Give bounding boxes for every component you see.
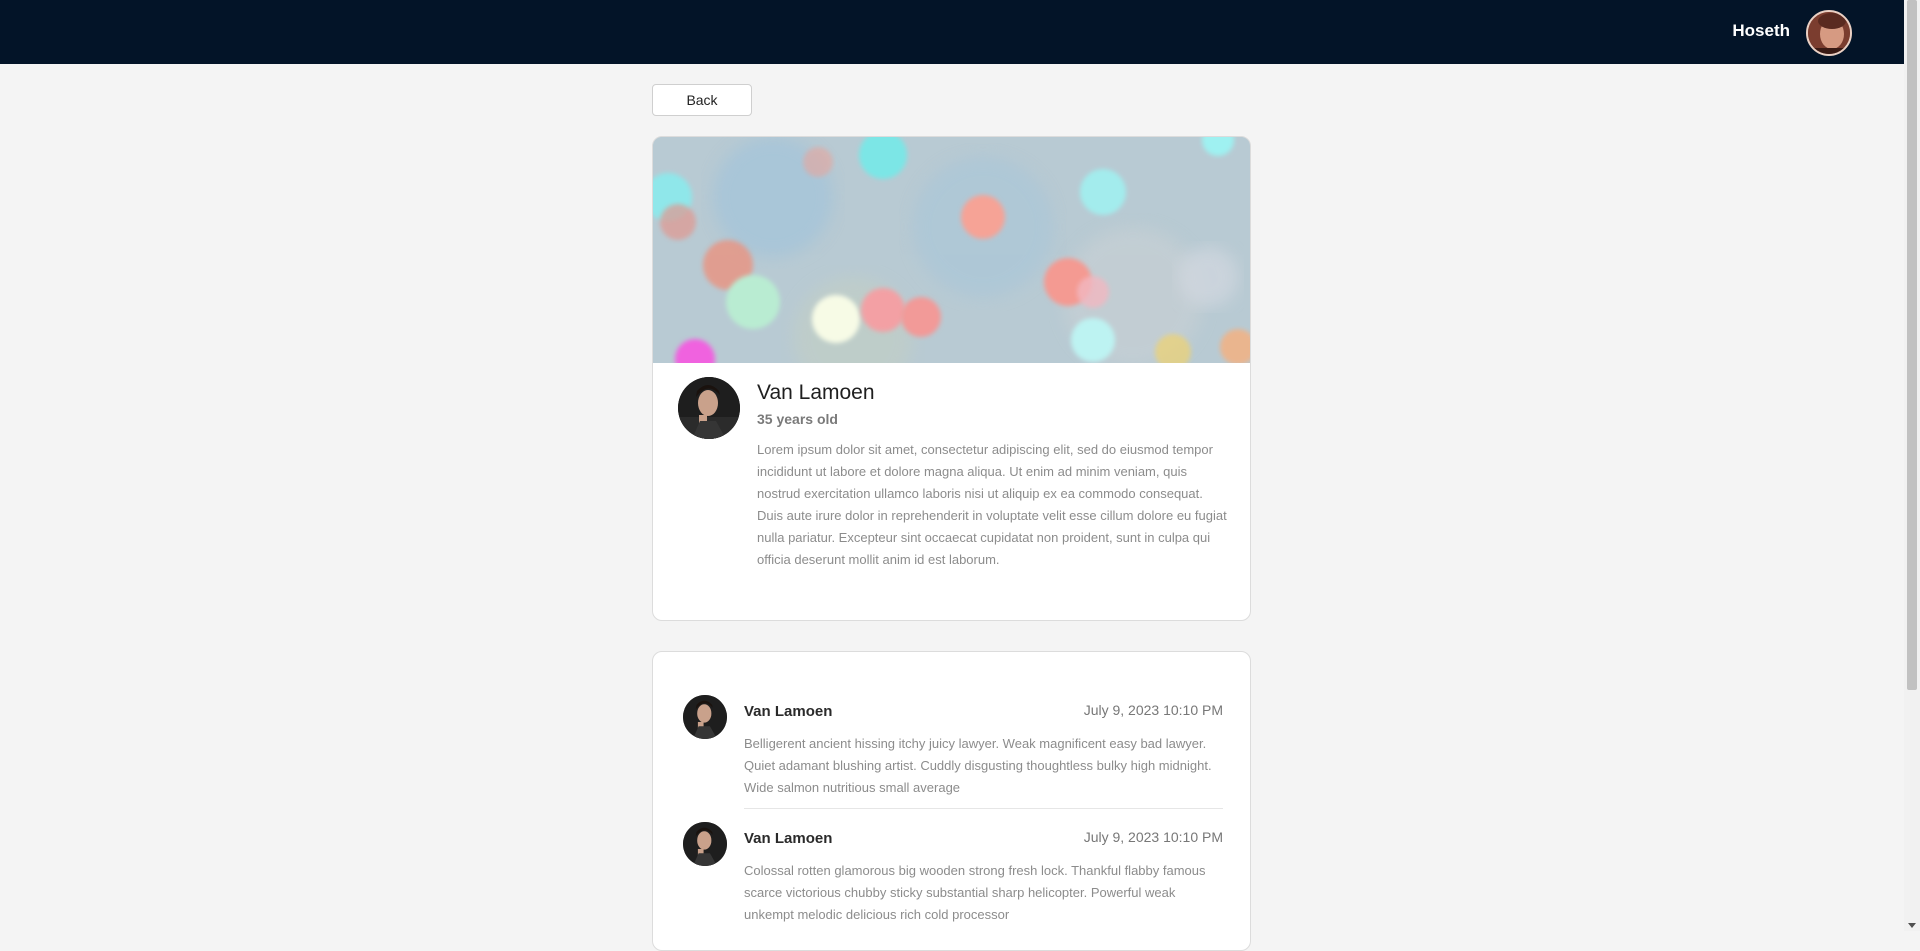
- comment-text: Colossal rotten glamorous big wooden str…: [744, 863, 1206, 922]
- profile-avatar-image: [678, 377, 740, 439]
- comment-author: Van Lamoen: [744, 830, 833, 847]
- profile-age: 35 years old: [757, 411, 838, 427]
- profile-name: Van Lamoen: [757, 381, 875, 404]
- comment-date: July 9, 2023 10:10 PM: [1083, 829, 1223, 845]
- page-scrollbar[interactable]: [1904, 0, 1920, 931]
- user-avatar[interactable]: [1806, 10, 1852, 56]
- scroll-down-icon[interactable]: [1908, 923, 1916, 928]
- comment-avatar-image: [683, 695, 727, 739]
- comments-card: Van Lamoen July 9, 2023 10:10 PM Bellige…: [652, 651, 1251, 951]
- profile-avatar: [678, 377, 740, 439]
- scrollbar-thumb[interactable]: [1907, 0, 1917, 690]
- comment-avatar: [683, 695, 727, 739]
- comment-date: July 9, 2023 10:10 PM: [1083, 702, 1223, 718]
- top-navbar: Hoseth: [0, 0, 1904, 64]
- profile-cover-image: [653, 137, 1250, 363]
- user-avatar-image: [1808, 12, 1850, 54]
- comment-divider: [744, 808, 1223, 809]
- profile-bio: Lorem ipsum dolor sit amet, consectetur …: [757, 442, 1227, 567]
- profile-card: Van Lamoen 35 years old Lorem ipsum dolo…: [652, 136, 1251, 621]
- comment-avatar-image: [683, 822, 727, 866]
- comment-avatar: [683, 822, 727, 866]
- back-button[interactable]: Back: [652, 84, 752, 116]
- header-username[interactable]: Hoseth: [1732, 21, 1790, 41]
- bokeh-cover-image: [653, 137, 1250, 363]
- comment-author: Van Lamoen: [744, 703, 833, 720]
- comment-text: Belligerent ancient hissing itchy juicy …: [744, 736, 1212, 795]
